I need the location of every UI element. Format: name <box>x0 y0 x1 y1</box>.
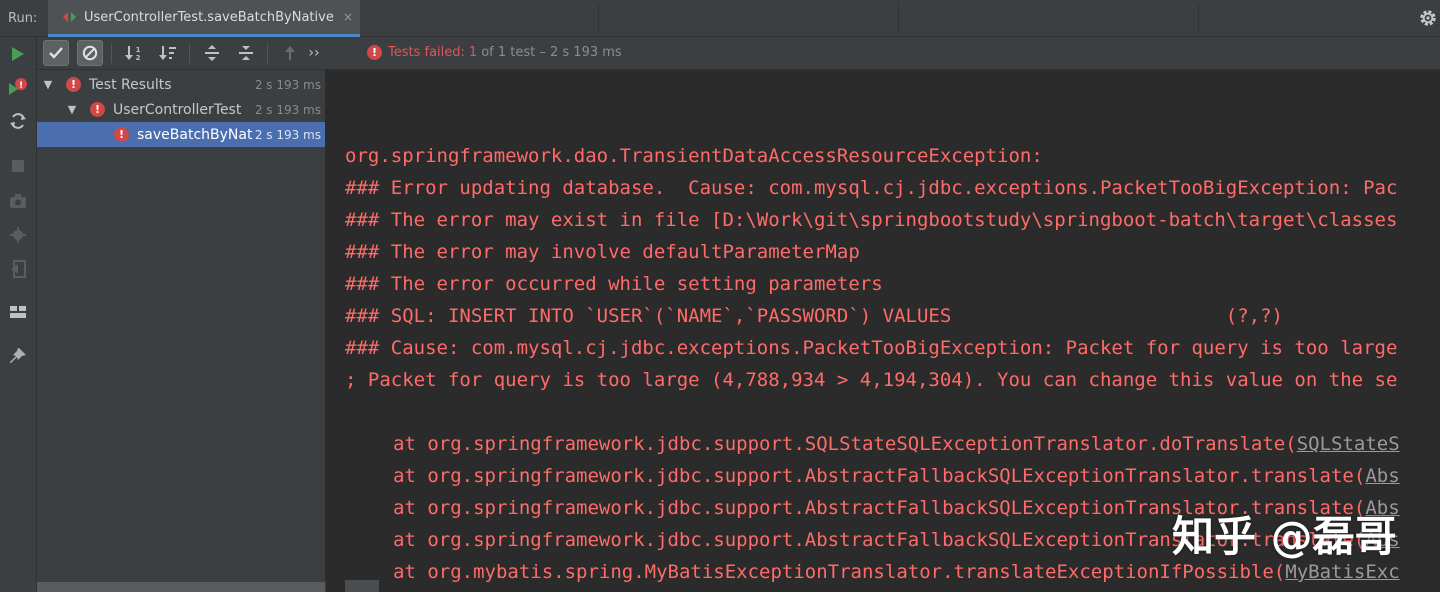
sort-alpha-icon[interactable]: 1 2 <box>121 40 147 66</box>
rerun-failed-icon[interactable]: ! <box>6 75 30 99</box>
console-line: ### Error updating database. Cause: com.… <box>345 177 1398 199</box>
test-runner-toolbar: 1 2 ›› ! Tests failed: 1 of 1 test – 2 s… <box>37 37 1440 70</box>
tree-node-time: 2 s 193 ms <box>254 102 321 117</box>
console-line: ### The error may involve defaultParamet… <box>345 241 860 263</box>
screenshot-icon[interactable] <box>6 189 30 213</box>
more-glyph: ›› <box>308 45 320 61</box>
failed-count: 1 <box>468 45 478 60</box>
failed-status-icon: ! <box>66 77 81 92</box>
tree-node-label: Test Results <box>89 76 172 93</box>
run-icon[interactable] <box>6 42 30 66</box>
tree-row-test-method[interactable]: ! saveBatchByNative 2 s 193 ms <box>37 122 325 147</box>
stack-frame: at org.springframework.jdbc.support.Abst… <box>393 465 1366 487</box>
stop-icon[interactable] <box>6 154 30 178</box>
tree-row-test-class[interactable]: ▼ ! UserControllerTest 2 s 193 ms <box>37 97 325 122</box>
gear-icon[interactable] <box>1419 9 1439 29</box>
divider <box>898 3 899 31</box>
tree-node-time: 2 s 193 ms <box>252 127 321 142</box>
console-line: org.springframework.dao.TransientDataAcc… <box>345 145 1043 167</box>
show-ignored-icon[interactable] <box>77 40 103 66</box>
test-class-icon <box>62 11 80 23</box>
failed-status-icon: ! <box>90 102 105 117</box>
sort-duration-icon[interactable] <box>155 40 181 66</box>
tree-node-label: UserControllerTest <box>113 101 242 118</box>
tree-node-time: 2 s 193 ms <box>254 77 321 92</box>
svg-text:2: 2 <box>136 54 141 61</box>
stack-frame: at org.mybatis.spring.MyBatisExceptionTr… <box>393 561 1286 583</box>
console-line: ; Packet for query is too large (4,788,9… <box>345 369 1398 391</box>
horizontal-scrollbar[interactable] <box>37 580 326 592</box>
horizontal-scrollbar[interactable] <box>345 580 379 592</box>
tab-title: UserControllerTest.saveBatchByNative <box>84 9 334 25</box>
divider <box>111 44 112 63</box>
error-icon: ! <box>367 45 382 60</box>
divider <box>598 3 599 31</box>
toggle-auto-test-icon[interactable] <box>6 109 30 133</box>
test-results-tree: ▼ ! Test Results 2 s 193 ms ▼ ! UserCont… <box>37 70 326 592</box>
expand-all-icon[interactable] <box>199 40 225 66</box>
run-label: Run: <box>8 11 38 26</box>
tests-failed-label: Tests failed: <box>388 45 465 60</box>
layout-icon[interactable] <box>6 300 30 324</box>
stack-frame: at org.springframework.jdbc.support.SQLS… <box>393 433 1297 455</box>
divider <box>267 44 268 63</box>
source-link[interactable]: MyBatisExc <box>1285 561 1399 583</box>
watermark: 知乎 @磊哥 <box>1172 512 1397 561</box>
previous-failed-icon[interactable] <box>277 40 303 66</box>
left-toolbar: ! <box>0 37 37 592</box>
test-status: ! Tests failed: 1 of 1 test – 2 s 193 ms <box>367 45 622 60</box>
failed-status-icon: ! <box>114 127 129 142</box>
expand-arrow-icon[interactable]: ▼ <box>42 78 54 91</box>
pin-icon[interactable] <box>6 344 30 368</box>
console-line: ### The error occurred while setting par… <box>345 273 883 295</box>
show-passed-icon[interactable] <box>43 40 69 66</box>
close-icon[interactable]: × <box>343 10 353 24</box>
debug-settings-icon[interactable] <box>6 223 30 247</box>
console-line: ### SQL: INSERT INTO `USER`(`NAME`,`PASS… <box>345 305 1283 327</box>
run-config-tab[interactable]: UserControllerTest.saveBatchByNative × <box>48 0 360 37</box>
run-tool-window-header: Run: UserControllerTest.saveBatchByNativ… <box>0 0 1440 37</box>
scrollbar-thumb[interactable] <box>37 582 325 592</box>
svg-text:!: ! <box>19 81 23 91</box>
console-line: ### The error may exist in file [D:\Work… <box>345 209 1398 231</box>
expand-arrow-icon[interactable]: ▼ <box>66 103 78 116</box>
console-line: ### Cause: com.mysql.cj.jdbc.exceptions.… <box>345 337 1398 359</box>
svg-text:1: 1 <box>136 46 141 54</box>
test-summary: of 1 test – 2 s 193 ms <box>481 45 622 60</box>
collapse-all-icon[interactable] <box>233 40 259 66</box>
source-link[interactable]: Abs <box>1365 465 1399 487</box>
more-icon[interactable]: ›› <box>301 40 327 66</box>
tree-row-test-results[interactable]: ▼ ! Test Results 2 s 193 ms <box>37 72 325 97</box>
stack-trace-line: at org.springframework.jdbc.support.SQLS… <box>345 428 1400 460</box>
exit-icon[interactable] <box>6 257 30 281</box>
divider <box>1198 3 1199 31</box>
stack-trace-line: at org.springframework.jdbc.support.Abst… <box>345 460 1400 492</box>
divider <box>189 44 190 63</box>
source-link[interactable]: SQLStateS <box>1297 433 1400 455</box>
